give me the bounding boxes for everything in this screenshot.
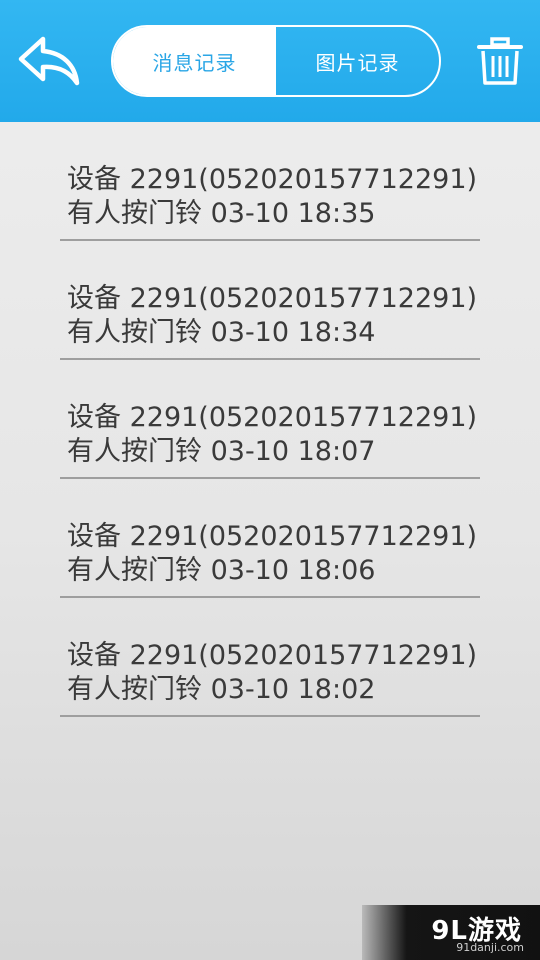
- list-item[interactable]: 设备 2291(052020157712291) 有人按门铃 03-10 18:…: [60, 360, 480, 479]
- message-record-list: 设备 2291(052020157712291) 有人按门铃 03-10 18:…: [60, 122, 480, 717]
- record-event: 有人按门铃 03-10 18:06: [67, 555, 376, 586]
- app-header: 消息记录 图片记录: [0, 0, 540, 122]
- list-item[interactable]: 设备 2291(052020157712291) 有人按门铃 03-10 18:…: [60, 598, 480, 717]
- trash-icon: [477, 37, 523, 85]
- record-device: 设备 2291(052020157712291): [67, 640, 478, 671]
- record-device: 设备 2291(052020157712291): [67, 283, 478, 314]
- record-device: 设备 2291(052020157712291): [67, 521, 478, 552]
- record-event: 有人按门铃 03-10 18:02: [67, 674, 376, 705]
- site-watermark: 9L游戏 91danji.com: [362, 905, 540, 960]
- back-button[interactable]: [14, 30, 84, 92]
- tab-image-records[interactable]: 图片记录: [276, 27, 439, 95]
- record-tabs: 消息记录 图片记录: [111, 25, 441, 97]
- record-event: 有人按门铃 03-10 18:35: [67, 198, 376, 229]
- delete-button[interactable]: [470, 30, 530, 92]
- tab-message-records[interactable]: 消息记录: [113, 27, 276, 95]
- record-event: 有人按门铃 03-10 18:34: [67, 317, 376, 348]
- back-arrow-icon: [18, 36, 80, 86]
- list-item[interactable]: 设备 2291(052020157712291) 有人按门铃 03-10 18:…: [60, 122, 480, 241]
- record-device: 设备 2291(052020157712291): [67, 402, 478, 433]
- list-item[interactable]: 设备 2291(052020157712291) 有人按门铃 03-10 18:…: [60, 479, 480, 598]
- watermark-url: 91danji.com: [456, 941, 524, 954]
- list-item[interactable]: 设备 2291(052020157712291) 有人按门铃 03-10 18:…: [60, 241, 480, 360]
- record-event: 有人按门铃 03-10 18:07: [67, 436, 376, 467]
- record-device: 设备 2291(052020157712291): [67, 164, 478, 195]
